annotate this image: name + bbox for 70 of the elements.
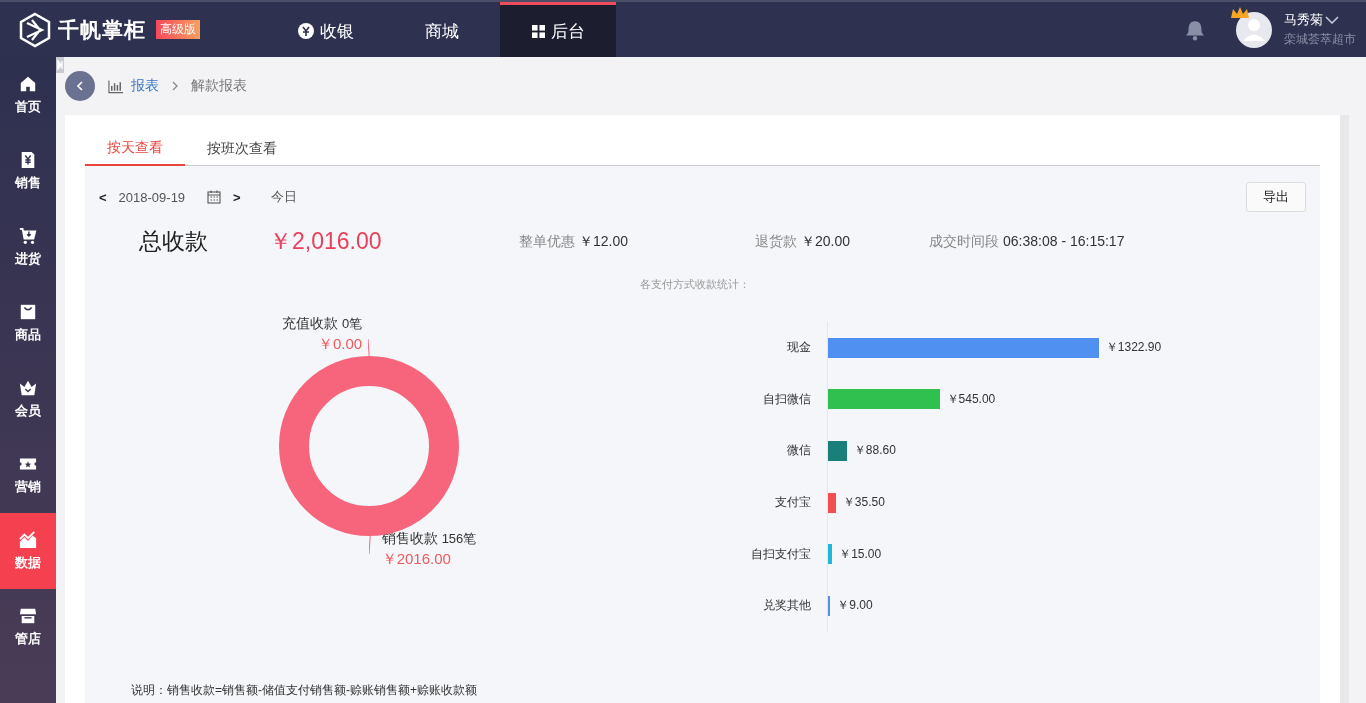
sidebar-item[interactable]: 管店 xyxy=(0,589,56,665)
line-chart-icon xyxy=(19,530,37,549)
today-button[interactable]: 今日 xyxy=(270,188,297,206)
yen-icon xyxy=(298,23,314,39)
bar-value: ￥35.50 xyxy=(842,494,885,512)
bar-label: 自扫微信 xyxy=(762,390,811,408)
total-amount: ￥2,016.00 xyxy=(269,227,383,256)
nav-tab[interactable]: 收银 xyxy=(268,2,384,57)
breadcrumb-item[interactable]: 报表 xyxy=(131,77,159,95)
sidebar-item[interactable]: 数据 xyxy=(0,513,56,589)
edition-badge: 高级版 xyxy=(156,20,200,39)
slice-name: 销售收款 xyxy=(381,530,438,548)
chevron-left-icon xyxy=(77,81,83,91)
sidebar-item[interactable]: 销售 xyxy=(0,133,56,209)
bar-label: 现金 xyxy=(786,339,811,357)
cart-icon xyxy=(19,226,37,245)
nav-tab[interactable]: 商城 xyxy=(384,2,500,57)
sidebar-item[interactable]: 首页 xyxy=(0,57,56,133)
home-icon xyxy=(19,74,37,93)
yen-document-icon xyxy=(19,150,37,169)
slice-count: 0笔 xyxy=(341,315,363,333)
bar-value: ￥88.60 xyxy=(853,442,896,460)
calendar-icon xyxy=(207,190,222,204)
summary-value: ￥12.00 xyxy=(579,232,629,251)
bar-value: ￥9.00 xyxy=(837,597,873,615)
summary-value: 06:38:08 - 16:15:17 xyxy=(1003,232,1125,251)
chevron-down-icon xyxy=(1325,16,1339,24)
bell-icon xyxy=(1184,18,1206,41)
nav-tab[interactable]: 后台 xyxy=(500,2,616,57)
previous-day-button[interactable]: < xyxy=(99,189,107,205)
sidebar-item[interactable]: 营销 xyxy=(0,437,56,513)
next-day-button[interactable]: > xyxy=(233,189,241,205)
slice-count: 156笔 xyxy=(441,530,477,548)
avatar-icon xyxy=(1236,11,1272,48)
breadcrumb-item: 解款报表 xyxy=(191,77,247,95)
export-button[interactable]: 导出 xyxy=(1246,182,1306,212)
summary-label: 退货款 xyxy=(755,232,797,251)
brand-name: 千帆掌柜 xyxy=(58,16,146,43)
view-tab[interactable]: 按班次查看 xyxy=(185,133,299,165)
crown-badge-icon xyxy=(1230,5,1250,20)
sidebar-item[interactable]: 进货 xyxy=(0,209,56,285)
formula-note: 说明：销售收款=销售额-储值支付销售额-赊账销售额+赊账收款额 xyxy=(130,682,478,699)
collapse-icon xyxy=(56,57,64,73)
slice-amount: ￥0.00 xyxy=(317,335,363,354)
summary-label: 整单优惠 xyxy=(519,232,575,251)
logo-icon xyxy=(18,11,52,48)
grid-icon xyxy=(531,24,545,38)
back-button[interactable] xyxy=(65,71,95,101)
total-label: 总收款 xyxy=(139,227,209,256)
bar-value: ￥15.00 xyxy=(839,545,882,563)
store-name: 栾城荟萃超市 xyxy=(1284,31,1356,48)
bar-value: ￥1322.90 xyxy=(1105,339,1162,357)
sidebar-item[interactable]: 会员 xyxy=(0,361,56,437)
slice-amount: ￥2016.00 xyxy=(381,550,451,569)
bar-label: 兑奖其他 xyxy=(762,597,811,615)
shop-icon xyxy=(19,606,37,625)
user-name[interactable]: 马秀菊 xyxy=(1284,11,1323,29)
bar-label: 自扫支付宝 xyxy=(750,545,811,563)
bag-icon xyxy=(19,302,37,321)
bar-chart-icon xyxy=(108,78,124,94)
chart-title: 各支付方式收款统计： xyxy=(639,277,751,292)
slice-name: 充值收款 xyxy=(281,315,338,333)
bar-value: ￥545.00 xyxy=(946,390,996,408)
summary-value: ￥20.00 xyxy=(801,232,851,251)
summary-label: 成交时间段 xyxy=(929,232,999,251)
sidebar-item[interactable]: 商品 xyxy=(0,285,56,361)
bar-label: 微信 xyxy=(786,442,811,460)
bar-label: 支付宝 xyxy=(774,494,811,512)
date-text: 2018-09-19 xyxy=(118,189,186,205)
chevron-right-icon xyxy=(172,81,178,91)
